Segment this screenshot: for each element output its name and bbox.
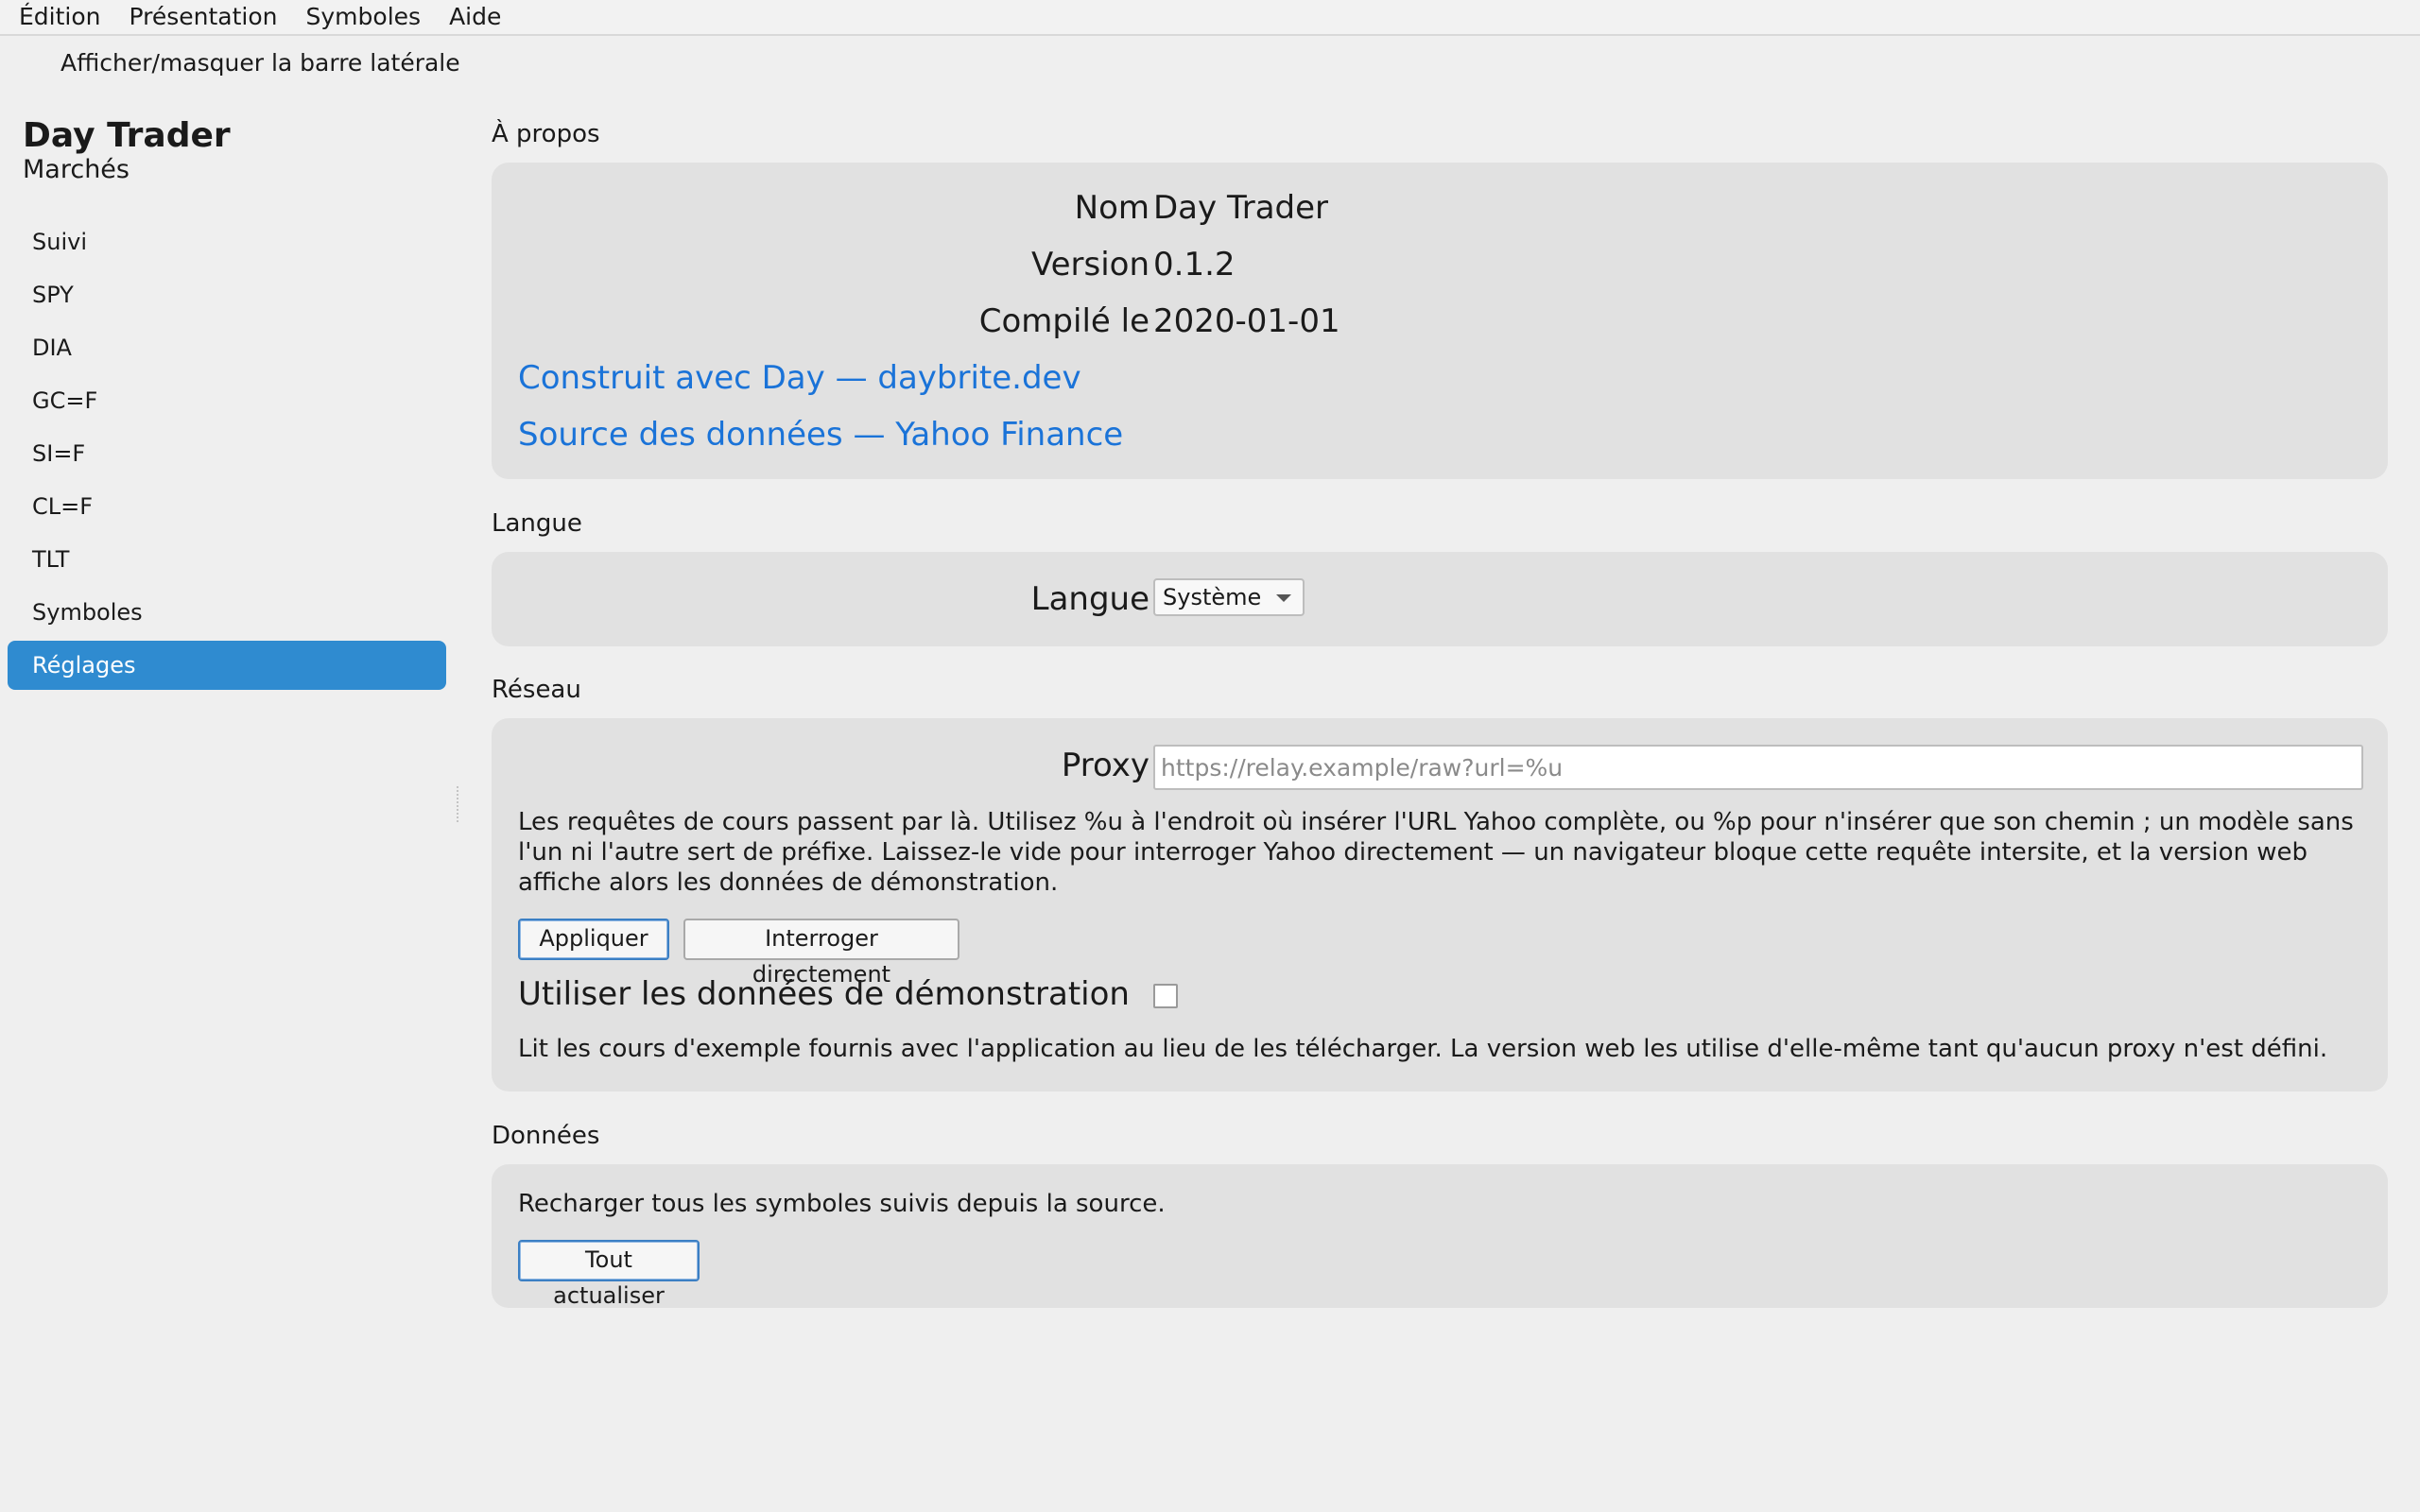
proxy-help-line-1: Les requêtes de cours passent par là. Ut… [518,808,2354,836]
chevron-down-icon [1276,594,1291,602]
version-value: 0.1.2 [1153,246,1236,284]
menu-help[interactable]: Aide [435,1,515,33]
menu-edit[interactable]: Édition [0,1,115,33]
query-directly-button[interactable]: Interroger directement [683,919,959,988]
sidebar-resize-handle[interactable] [457,786,460,822]
language-heading: Langue [492,509,582,538]
proxy-help-line-2: l'un ni l'autre sert de préfixe. Laissez… [518,838,2308,867]
sidebar-item-dia[interactable]: DIA [8,323,446,372]
menu-bar: Édition Présentation Symboles Aide [0,0,2420,36]
language-label: Langue [1030,580,1150,618]
sidebar-item-gcf[interactable]: GC=F [8,376,446,425]
about-card: Nom Day Trader Version 0.1.2 Compilé le … [492,163,2388,479]
sidebar-item-spy[interactable]: SPY [8,270,446,319]
network-heading: Réseau [492,676,581,704]
sidebar-item-tlt[interactable]: TLT [8,535,446,584]
built-with-link[interactable]: Construit avec Day — daybrite.dev [518,357,1081,399]
menu-view[interactable]: Présentation [115,1,292,33]
apply-button[interactable]: Appliquer [518,919,669,960]
language-card: Langue Système [492,552,2388,646]
refresh-all-button[interactable]: Tout actualiser [518,1240,700,1309]
proxy-input[interactable] [1153,745,2363,790]
sidebar-item-symboles[interactable]: Symboles [8,588,446,637]
sidebar-item-clf[interactable]: CL=F [8,482,446,531]
data-source-link[interactable]: Source des données — Yahoo Finance [518,414,1123,455]
app-title: Day Trader [23,116,231,155]
sidebar-item-sif[interactable]: SI=F [8,429,446,478]
name-value: Day Trader [1153,189,1329,227]
data-heading: Données [492,1122,600,1150]
language-select-value: Système [1163,584,1262,610]
demo-data-label: Utiliser les données de démonstration [518,975,1130,1013]
sidebar-nav: Suivi SPY DIA GC=F SI=F CL=F TLT Symbole… [8,217,446,694]
language-select[interactable]: Système [1153,578,1305,616]
proxy-label: Proxy [1061,747,1150,784]
network-card: Proxy Les requêtes de cours passent par … [492,718,2388,1091]
sidebar-item-suivi[interactable]: Suivi [8,217,446,266]
demo-data-checkbox[interactable] [1153,984,1178,1008]
data-description: Recharger tous les symboles suivis depui… [518,1190,1166,1218]
demo-data-help: Lit les cours d'exemple fournis avec l'a… [518,1035,2328,1063]
menu-symbols[interactable]: Symboles [292,1,436,33]
build-date-value: 2020-01-01 [1153,302,1340,340]
build-date-label: Compilé le [978,302,1150,340]
proxy-help-line-3: affiche alors les données de démonstrati… [518,868,1059,897]
toggle-sidebar-button[interactable]: Afficher/masquer la barre latérale [60,47,460,79]
version-label: Version [1030,246,1150,284]
about-heading: À propos [492,120,600,148]
sidebar-subtitle: Marchés [23,155,130,184]
sidebar-item-reglages[interactable]: Réglages [8,641,446,690]
data-card: Recharger tous les symboles suivis depui… [492,1164,2388,1309]
name-label: Nom [1074,189,1150,227]
